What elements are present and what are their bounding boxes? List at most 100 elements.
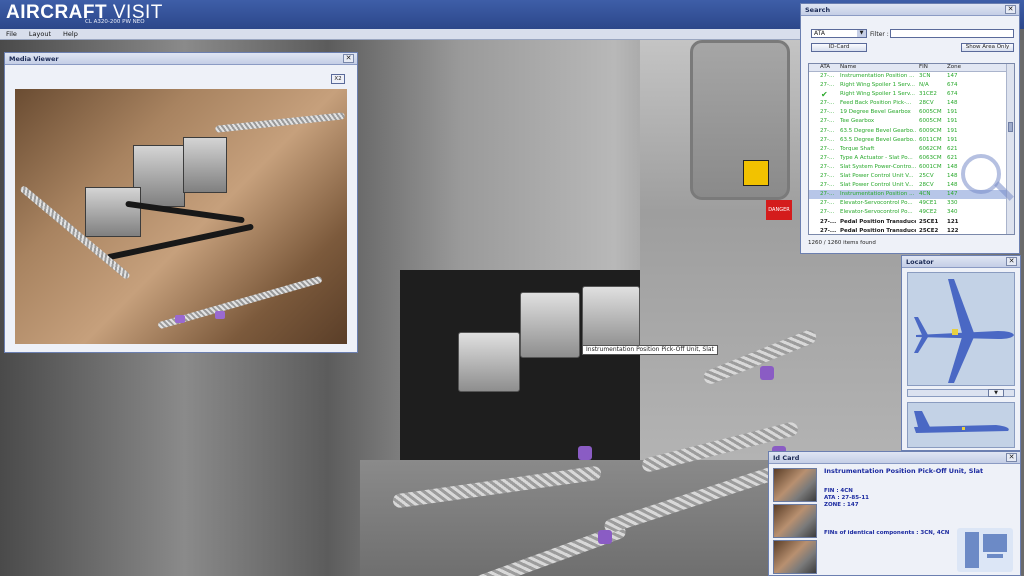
column-header-ata[interactable]: ATA	[820, 64, 838, 70]
menu-file[interactable]: File	[0, 29, 23, 40]
photo-detail	[175, 315, 185, 323]
photo-thumbnail[interactable]	[773, 540, 817, 574]
close-icon[interactable]: ✕	[343, 54, 354, 63]
scroll-thumb[interactable]	[1008, 122, 1013, 132]
table-row[interactable]: 27-... Right Wing Spoiler 1 Serv... N/A 674	[809, 81, 1014, 90]
locator-header[interactable]: Locator ✕	[902, 256, 1020, 268]
menu-bar: File Layout Help	[0, 29, 800, 40]
cell-ata: 27-...	[820, 73, 835, 79]
menu-help[interactable]: Help	[57, 29, 84, 40]
search-mode-select[interactable]: ATA ▼	[811, 29, 867, 38]
id-card-button[interactable]: ID-Card	[811, 43, 867, 52]
table-row[interactable]: ✔ Right Wing Spoiler 1 Serv... 31CE2 674	[809, 90, 1014, 99]
column-header-fin[interactable]: FIN	[919, 64, 945, 70]
cell-name: Slat Power Control Unit V...	[840, 182, 914, 189]
cell-ata: 27-...	[820, 145, 835, 152]
photo-detail	[125, 200, 245, 224]
table-row[interactable]: 27-... Feed Back Position Pick-... 28CV 148	[809, 99, 1014, 108]
component-zone: ZONE : 147	[824, 502, 859, 508]
cell-zone: 340	[947, 209, 958, 216]
locator-panel: Locator ✕ ▼	[901, 255, 1021, 451]
aircraft-top-icon	[914, 279, 1014, 383]
cell-name: Right Wing Spoiler 1 Serv...	[840, 82, 916, 89]
photo-detail	[214, 112, 346, 133]
table-row[interactable]: 27-... Pedal Position Transduce... 25CE2 12…	[809, 227, 1014, 234]
access-hatch	[690, 40, 790, 200]
results-scrollbar[interactable]	[1006, 64, 1014, 234]
pick-off-unit-model[interactable]	[520, 292, 580, 358]
id-card-panel: Id Card ✕ Instrumentation Position Pick-…	[768, 451, 1021, 576]
cell-ata: 27-...	[820, 109, 835, 116]
cell-fin: 49CE2	[919, 209, 937, 216]
warning-sign-icon	[743, 160, 769, 186]
cell-zone: 191	[947, 127, 958, 134]
cell-name: Slat System Power-Contro...	[840, 163, 916, 170]
cell-name: Pedal Position Transduce...	[840, 218, 916, 225]
component-tooltip: Instrumentation Position Pick-Off Unit, …	[582, 345, 718, 355]
cell-fin: 31CE2	[919, 91, 937, 98]
aircraft-side-icon	[914, 411, 1009, 433]
cell-zone: 674	[947, 91, 958, 98]
photo-detail	[183, 137, 227, 193]
cell-zone: 191	[947, 109, 958, 116]
aircraft-side-view[interactable]	[907, 402, 1015, 448]
media-viewer-header[interactable]: Media Viewer ✕	[5, 53, 357, 65]
close-icon[interactable]: ✕	[1005, 5, 1016, 14]
filter-input[interactable]	[890, 29, 1014, 38]
component-photo[interactable]	[15, 89, 347, 344]
table-row[interactable]: 27-... Elevator-Servocontrol Po... 49CE2 34…	[809, 208, 1014, 217]
identical-components: FINs of identical components : 3CN, 4CN	[824, 530, 950, 536]
id-card-header[interactable]: Id Card ✕	[769, 452, 1020, 464]
search-magnifier-icon	[961, 154, 1001, 194]
cell-fin: 6005CM	[919, 118, 942, 125]
cell-fin: 3CN	[919, 73, 931, 79]
close-icon[interactable]: ✕	[1006, 453, 1017, 462]
menu-layout[interactable]: Layout	[23, 29, 57, 40]
table-row[interactable]: 27-... Instrumentation Position ... 3CN 147	[809, 72, 1014, 81]
search-header[interactable]: Search ✕	[801, 4, 1019, 16]
photo-detail	[215, 311, 225, 319]
cell-fin: 6063CM	[919, 154, 942, 161]
aircraft-top-view[interactable]	[907, 272, 1015, 386]
column-header-name[interactable]: Name	[840, 64, 916, 70]
pick-off-unit-model[interactable]	[582, 286, 640, 350]
cell-zone: 621	[947, 145, 958, 152]
photo-thumbnail[interactable]	[773, 504, 817, 538]
cell-name: Tee Gearbox	[840, 118, 875, 125]
locator-slider[interactable]: ▼	[907, 389, 1015, 397]
cell-name: Instrumentation Position ...	[840, 191, 915, 198]
table-row[interactable]: 27-... 19 Degree Bevel Gearbox 6005CM 191	[809, 108, 1014, 117]
media-viewer-panel: Media Viewer ✕ X2	[4, 52, 358, 353]
show-area-only-button[interactable]: Show Area Only	[961, 43, 1014, 52]
purple-sleeve	[578, 446, 592, 460]
chevron-down-icon[interactable]: ▼	[988, 389, 1004, 397]
close-icon[interactable]: ✕	[1006, 257, 1017, 266]
aircraft-model: CL A320-200 PW NEO	[85, 19, 145, 25]
column-header-zone[interactable]: Zone	[947, 64, 973, 70]
table-row[interactable]: 27-... Tee Gearbox 6005CM 191	[809, 117, 1014, 126]
table-row[interactable]: 27-... 63.5 Degree Bevel Gearbo... 6009CM 1…	[809, 127, 1014, 136]
cell-fin: 25CE1	[919, 218, 939, 225]
cell-name: Instrumentation Position ...	[840, 73, 915, 79]
cell-zone: 674	[947, 82, 958, 89]
cell-fin: 6009CM	[919, 127, 942, 134]
cell-ata: 27-...	[820, 173, 835, 180]
table-row[interactable]: 27-... 63.5 Degree Bevel Gearbo... 6011CM 1…	[809, 136, 1014, 145]
table-row[interactable]: 27-... Torque Shaft 6062CM 621	[809, 145, 1014, 154]
cell-fin: 4CN	[919, 191, 931, 198]
cell-name: Pedal Position Transduce...	[840, 227, 916, 234]
zoom-x2-button[interactable]: X2	[331, 74, 345, 84]
panel-title: Id Card	[773, 454, 800, 462]
cell-fin: 28CV	[919, 100, 934, 107]
filter-label: Filter :	[870, 31, 889, 38]
table-row[interactable]: 27-... Pedal Position Transduce... 25CE1 12…	[809, 218, 1014, 227]
checkmark-icon: ✔	[821, 90, 828, 100]
cell-zone: 147	[947, 73, 958, 79]
photo-thumbnail[interactable]	[773, 468, 817, 502]
cell-zone: 330	[947, 200, 958, 207]
panel-title: Locator	[906, 258, 934, 266]
pick-off-unit-model[interactable]	[458, 332, 520, 392]
cell-ata: 27-...	[820, 154, 835, 161]
table-row[interactable]: 27-... Elevator-Servocontrol Po... 49CE1 33…	[809, 199, 1014, 208]
cell-ata: 27-...	[820, 182, 835, 189]
